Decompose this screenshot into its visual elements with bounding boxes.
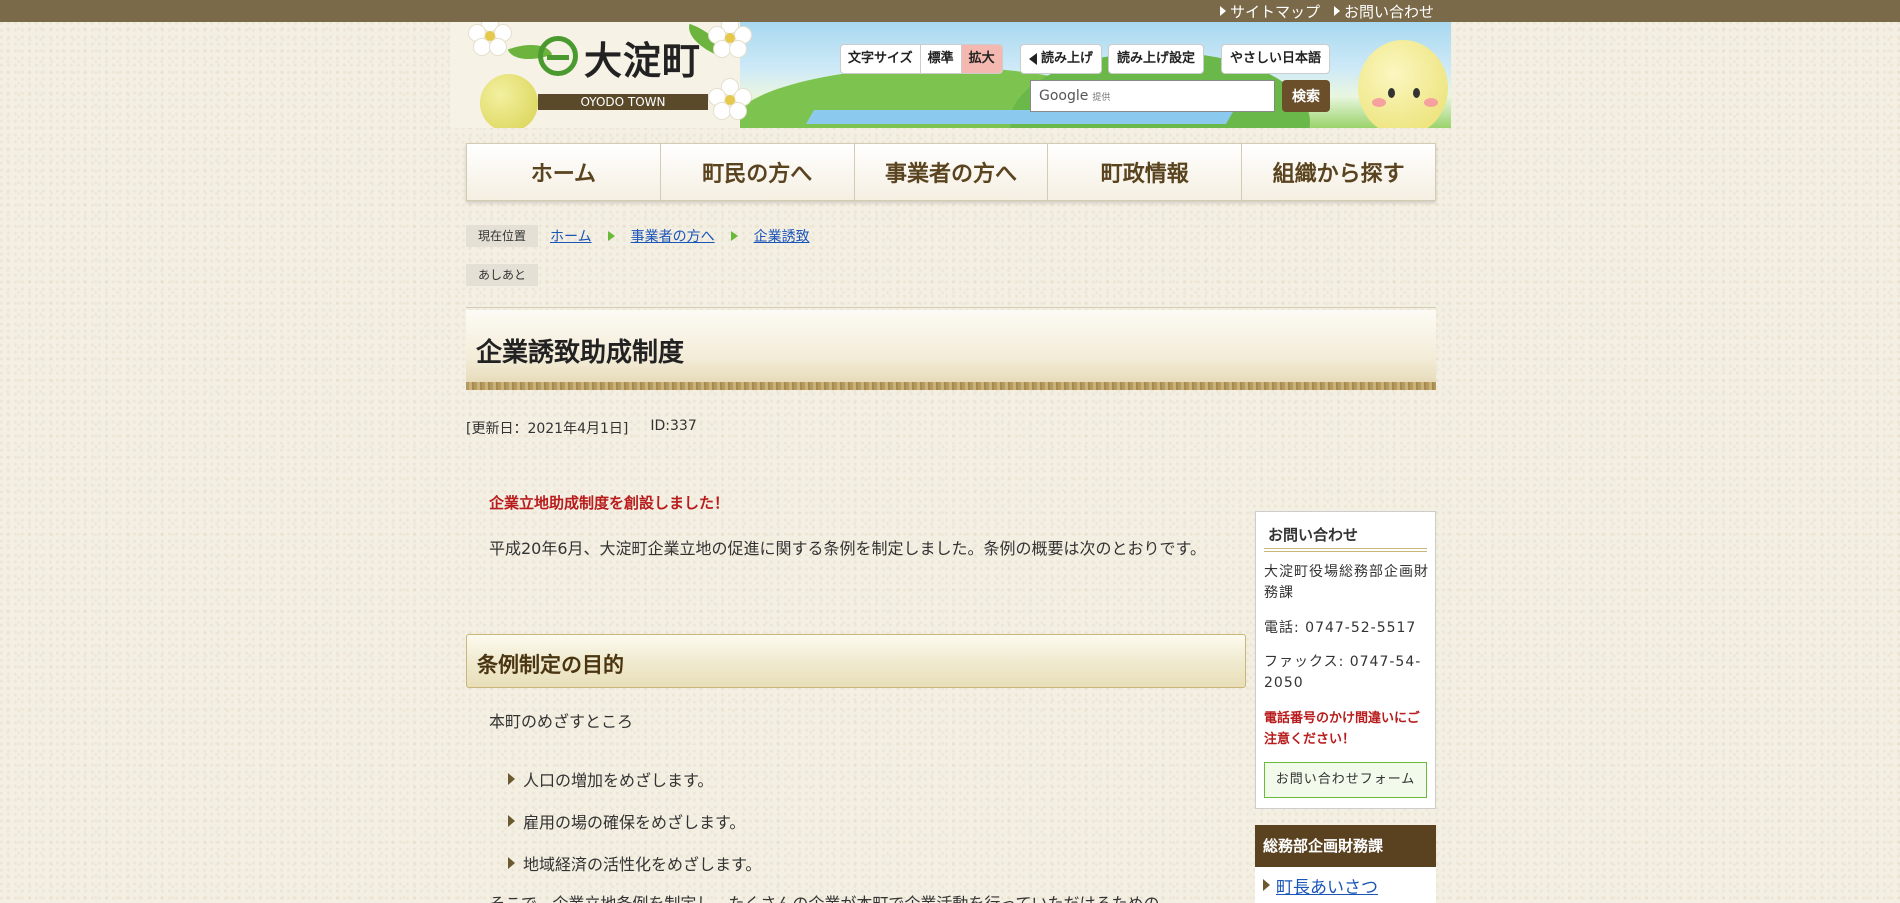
arrow-right-icon [1219, 6, 1226, 16]
search-button[interactable]: 検索 [1282, 80, 1330, 112]
top-utility-bar: サイトマップ お問い合わせ [0, 0, 1900, 22]
list-item-text: 雇用の場の確保をめざします。 [523, 813, 746, 832]
nav-town-info[interactable]: 町政情報 [1048, 144, 1243, 200]
font-size-label: 文字サイズ [848, 51, 913, 66]
global-nav: ホーム 町民の方へ 事業者の方へ 町政情報 組織から探す [466, 143, 1436, 201]
bullet-arrow-icon [508, 773, 515, 785]
font-size-large-button[interactable]: 拡大 [961, 45, 1002, 73]
sitemap-label: サイトマップ [1229, 2, 1320, 21]
page-id: ID:337 [650, 418, 697, 434]
nav-home[interactable]: ホーム [467, 144, 661, 200]
header-river [805, 110, 1235, 124]
search-input[interactable]: Google 提供 [1030, 80, 1275, 112]
blossom-icon [708, 22, 752, 60]
nav-organization[interactable]: 組織から探す [1242, 144, 1435, 200]
mayor-greeting-link[interactable]: 町長あいさつ [1276, 873, 1378, 898]
section-heading: 条例制定の目的 [466, 634, 1246, 688]
divider [466, 307, 1436, 308]
contact-heading: お問い合わせ [1268, 526, 1359, 544]
nav-business[interactable]: 事業者の方へ [854, 144, 1049, 200]
list-item: 地域経済の活性化をめざします。 [508, 842, 761, 884]
bullet-arrow-icon [508, 815, 515, 827]
intro-paragraph: 平成20年6月、大淀町企業立地の促進に関する条例を制定しました。条例の概要は次の… [489, 539, 1206, 558]
bullet-arrow-icon [508, 857, 515, 869]
breadcrumb-label: 現在位置 [466, 225, 538, 247]
font-size-control: 文字サイズ 標準 拡大 [840, 44, 1003, 74]
contact-divider [1264, 548, 1427, 552]
read-aloud-label: 読み上げ [1041, 51, 1094, 66]
breadcrumb-home[interactable]: ホーム [550, 226, 592, 246]
contact-phone: 電話: 0747-52-5517 [1264, 620, 1417, 636]
section-heading-text: 条例制定の目的 [477, 653, 624, 677]
department-link-item: 町長あいさつ [1255, 867, 1436, 903]
google-brand: Google [1039, 88, 1089, 104]
goal-list: 人口の増加をめざします。 雇用の場の確保をめざします。 地域経済の活性化をめざし… [508, 758, 761, 884]
list-item: 雇用の場の確保をめざします。 [508, 800, 761, 842]
sitemap-link[interactable]: サイトマップ [1219, 1, 1320, 22]
updated-date: [更新日：2021年4月1日] [466, 421, 629, 437]
mascot-illustration [1358, 40, 1448, 128]
town-emblem-icon[interactable] [538, 36, 578, 76]
pear-illustration [480, 74, 538, 128]
font-size-standard-button[interactable]: 標準 [919, 45, 962, 73]
list-item-text: 地域経済の活性化をめざします。 [523, 855, 762, 874]
blossom-icon [708, 78, 752, 122]
contact-label: お問い合わせ [1343, 2, 1434, 21]
list-item-text: 人口の増加をめざします。 [523, 771, 714, 790]
breadcrumb-separator-icon [730, 231, 738, 241]
department-heading: 総務部企画財務課 [1255, 825, 1436, 867]
speaker-icon [1029, 53, 1037, 65]
page-title-box: 企業誘致助成制度 [466, 310, 1436, 390]
contact-warning: 電話番号のかけ間違いにご注意ください！ [1264, 711, 1420, 747]
read-aloud-button[interactable]: 読み上げ [1020, 44, 1103, 74]
ashiato-label: あしあと [466, 264, 538, 286]
list-item: 人口の増加をめざします。 [508, 758, 761, 800]
lead-highlight: 企業立地助成制度を創設しました！ [489, 494, 730, 512]
contact-form-button[interactable]: お問い合わせフォーム [1264, 762, 1427, 798]
page-title: 企業誘致助成制度 [476, 338, 685, 368]
contact-department: 大淀町役場総務部企画財務課 [1264, 564, 1429, 601]
section-subtext: 本町のめざすところ [489, 712, 634, 731]
breadcrumb-business[interactable]: 事業者の方へ [631, 226, 715, 246]
easy-japanese-button[interactable]: やさしい日本語 [1221, 44, 1331, 74]
site-logo-sub: OYODO TOWN [538, 94, 708, 110]
bullet-arrow-icon [1263, 879, 1270, 891]
contact-box: お問い合わせ 大淀町役場総務部企画財務課 電話: 0747-52-5517 ファ… [1255, 511, 1436, 809]
top-links: サイトマップ お問い合わせ [1219, 0, 1434, 22]
nav-residents[interactable]: 町民の方へ [660, 144, 855, 200]
contact-fax: ファックス: 0747-54-2050 [1264, 654, 1422, 691]
blossom-icon [468, 22, 512, 58]
site-header: 大淀町 OYODO TOWN 文字サイズ 標準 拡大 読み上げ 読み上げ設定 や… [450, 22, 1451, 128]
arrow-right-icon [1333, 6, 1340, 16]
trailing-paragraph: そこで、企業立地条例を制定し、たくさんの企業が本町で企業活動を行っていただけるた… [489, 890, 1160, 903]
contact-link[interactable]: お問い合わせ [1333, 1, 1434, 22]
read-settings-button[interactable]: 読み上げ設定 [1108, 44, 1205, 74]
breadcrumb-recruitment[interactable]: 企業誘致 [754, 226, 810, 246]
breadcrumb: ホーム 事業者の方へ 企業誘致 [550, 225, 810, 247]
search-provided-label: 提供 [1092, 92, 1111, 103]
breadcrumb-separator-icon [607, 231, 615, 241]
page-meta: [更新日：2021年4月1日] ID:337 [466, 418, 697, 438]
site-logo[interactable]: 大淀町 [584, 30, 701, 85]
